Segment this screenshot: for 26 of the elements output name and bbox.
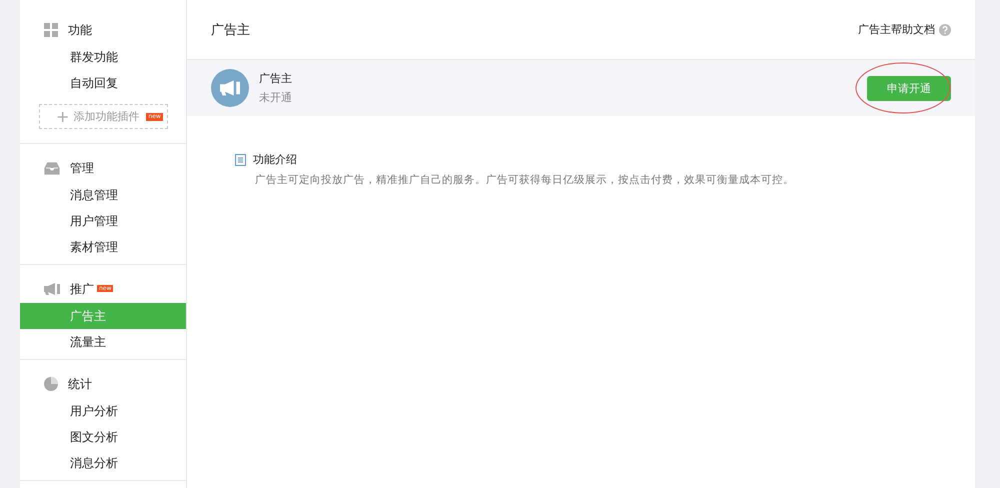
help-link[interactable]: 广告主帮助文档 [858, 22, 951, 37]
intro-title: 功能介绍 [253, 152, 297, 167]
plus-icon: + [56, 107, 70, 126]
service-name: 广告主 [259, 71, 293, 86]
sidebar-item[interactable]: 自动回复 [20, 70, 186, 96]
sidebar-item[interactable]: 用户分析 [20, 398, 186, 424]
sidebar-heading: 管理 [70, 160, 94, 176]
inbox-icon [44, 162, 60, 174]
sidebar-item[interactable]: 素材管理 [20, 234, 186, 260]
sidebar-item[interactable]: 图文分析 [20, 424, 186, 450]
sidebar-item[interactable]: 消息分析 [20, 450, 186, 476]
page-title: 广告主 [211, 22, 250, 38]
megaphone-avatar-icon [211, 69, 249, 107]
sidebar-heading: 统计 [68, 376, 92, 392]
intro-text: 广告主可定向投放广告，精准推广自己的服务。广告可获得每日亿级展示，按点击付费，效果可衡量成本可控。 [255, 173, 795, 187]
sidebar-heading: 功能 [68, 22, 92, 38]
help-icon[interactable] [939, 24, 951, 36]
pie-chart-icon [44, 377, 58, 391]
sidebar-item[interactable]: 用户管理 [20, 208, 186, 234]
sidebar-item[interactable]: 流量主 [20, 329, 186, 355]
grid-icon [44, 23, 58, 37]
service-status: 未开通 [259, 90, 293, 105]
sidebar-item[interactable]: 消息管理 [20, 182, 186, 208]
sidebar-item[interactable]: 群发功能 [20, 44, 186, 70]
megaphone-icon [44, 283, 60, 295]
document-icon [235, 154, 246, 166]
